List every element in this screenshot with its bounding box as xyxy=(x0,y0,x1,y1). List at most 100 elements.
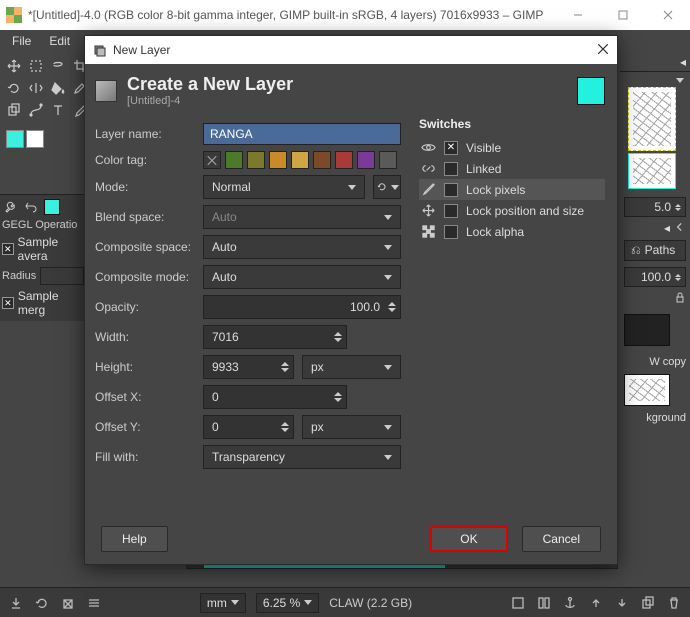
chevron-down-icon xyxy=(384,365,392,370)
clone-tool-icon[interactable] xyxy=(4,100,24,120)
layer-name-input[interactable]: RANGA xyxy=(203,123,401,145)
switches-heading: Switches xyxy=(419,117,605,131)
menu-file[interactable]: File xyxy=(4,32,39,50)
cancel-button[interactable]: Cancel xyxy=(522,526,601,552)
anchor-icon[interactable] xyxy=(562,595,578,611)
lock-pixels-checkbox[interactable] xyxy=(444,183,458,197)
up-icon[interactable] xyxy=(588,595,604,611)
radius-input[interactable] xyxy=(40,267,84,285)
sample-merged-checkbox[interactable]: ✕ xyxy=(2,297,14,309)
height-label: Height: xyxy=(95,360,195,374)
dialog-icon xyxy=(93,43,107,57)
mode-reset-button[interactable] xyxy=(373,175,401,199)
blend-space-combo[interactable]: Auto xyxy=(203,205,401,229)
color-tag-6[interactable] xyxy=(335,151,353,169)
lasso-tool-icon[interactable] xyxy=(48,56,68,76)
chevron-down-icon xyxy=(384,455,392,460)
menu-edit[interactable]: Edit xyxy=(41,32,78,50)
color-tag-7[interactable] xyxy=(357,151,375,169)
lock-position-checkbox[interactable] xyxy=(444,204,458,218)
dialog-subheading: [Untitled]-4 xyxy=(127,95,293,107)
visible-checkbox[interactable]: ✕ xyxy=(444,141,458,155)
window-titlebar: *[Untitled]-4.0 (RGB color 8-bit gamma i… xyxy=(0,0,690,30)
memory-status: CLAW (2.2 GB) xyxy=(329,596,412,610)
opacity-input[interactable]: 100.0 xyxy=(203,295,401,319)
width-input[interactable]: 7016 xyxy=(203,325,347,349)
ok-button[interactable]: OK xyxy=(430,526,507,552)
minimize-button[interactable] xyxy=(555,0,600,30)
layer-color-preview xyxy=(577,77,605,105)
unit-selector[interactable]: mm xyxy=(200,593,246,613)
color-tag-1[interactable] xyxy=(225,151,243,169)
rotate-tool-icon[interactable] xyxy=(4,78,24,98)
color-tag-2[interactable] xyxy=(247,151,265,169)
close-window-button[interactable] xyxy=(645,0,690,30)
bg-color-swatch[interactable] xyxy=(26,130,44,148)
menu-chevron-icon[interactable]: ◂ xyxy=(664,221,670,236)
fill-with-combo[interactable]: Transparency xyxy=(203,445,401,469)
trash-icon[interactable] xyxy=(666,595,682,611)
dialog-form: Layer name: RANGA Color tag: Mo xyxy=(95,117,401,475)
dock-menu-icon[interactable]: ◂ xyxy=(680,55,686,69)
chevron-down-icon xyxy=(348,185,356,190)
right-spin-2[interactable]: 100.0 xyxy=(624,267,686,287)
sample-merged-label: Sample merg xyxy=(18,289,88,317)
download-icon[interactable] xyxy=(8,595,24,611)
offset-y-label: Offset Y: xyxy=(95,420,195,434)
linked-checkbox[interactable] xyxy=(444,162,458,176)
height-input[interactable]: 9933 xyxy=(203,355,294,379)
delete-icon[interactable] xyxy=(60,595,76,611)
flip-tool-icon[interactable] xyxy=(26,78,46,98)
color-tag-label: Color tag: xyxy=(95,153,195,167)
path-tool-icon[interactable] xyxy=(26,100,46,120)
undo-history-icon[interactable] xyxy=(24,199,40,215)
navigation-thumbnail-2[interactable] xyxy=(628,153,676,189)
help-button[interactable]: Help xyxy=(101,526,168,552)
down-icon[interactable] xyxy=(614,595,630,611)
mode-combo[interactable]: Normal xyxy=(203,175,365,199)
color-tag-none[interactable] xyxy=(203,151,221,169)
status-icon-1[interactable] xyxy=(510,595,526,611)
menu-icon[interactable] xyxy=(86,595,102,611)
layer-label-1: W copy xyxy=(620,352,690,372)
right-spin-1[interactable]: 5.0 xyxy=(624,197,686,217)
reset-icon[interactable] xyxy=(34,595,50,611)
offset-y-input[interactable]: 0 xyxy=(203,415,294,439)
color-tag-4[interactable] xyxy=(291,151,309,169)
layer-stack-icon xyxy=(95,80,117,102)
lock-alpha-label: Lock alpha xyxy=(466,225,524,239)
width-label: Width: xyxy=(95,330,195,344)
rect-select-tool-icon[interactable] xyxy=(26,56,46,76)
lock-alpha-checkbox[interactable] xyxy=(444,225,458,239)
chevron-down-icon[interactable] xyxy=(676,78,684,83)
layer-label-2: kground xyxy=(620,408,690,428)
sample-average-checkbox[interactable]: ✕ xyxy=(2,243,14,255)
opacity-label: Opacity: xyxy=(95,300,195,314)
tab-paths[interactable]: ⎌Paths xyxy=(624,240,686,261)
dialog-close-button[interactable] xyxy=(597,43,609,58)
composite-space-combo[interactable]: Auto xyxy=(203,235,401,259)
navigation-thumbnail[interactable] xyxy=(628,87,676,151)
color-tag-5[interactable] xyxy=(313,151,331,169)
zoom-selector[interactable]: 6.25 % xyxy=(256,593,319,613)
maximize-button[interactable] xyxy=(600,0,645,30)
offset-unit-combo[interactable]: px xyxy=(302,415,401,439)
bucket-tool-icon[interactable] xyxy=(48,78,68,98)
fg-color-swatch[interactable] xyxy=(6,130,24,148)
toolbox: GEGL Operatio ✕Sample avera Radius ✕Samp… xyxy=(0,52,90,321)
lock-icon[interactable] xyxy=(674,291,686,306)
color-tag-8[interactable] xyxy=(379,151,397,169)
composite-mode-combo[interactable]: Auto xyxy=(203,265,401,289)
text-tool-icon[interactable] xyxy=(48,100,68,120)
tab-left-icon[interactable] xyxy=(674,221,686,236)
dup-icon[interactable] xyxy=(640,595,656,611)
layer-thumb-1[interactable] xyxy=(624,314,670,346)
status-icon-2[interactable] xyxy=(536,595,552,611)
color-tab-icon[interactable] xyxy=(44,199,60,215)
offset-x-input[interactable]: 0 xyxy=(203,385,347,409)
color-tag-3[interactable] xyxy=(269,151,287,169)
size-unit-combo[interactable]: px xyxy=(302,355,401,379)
layer-thumb-2[interactable] xyxy=(624,374,670,406)
wrench-icon[interactable] xyxy=(4,199,20,215)
move-tool-icon[interactable] xyxy=(4,56,24,76)
